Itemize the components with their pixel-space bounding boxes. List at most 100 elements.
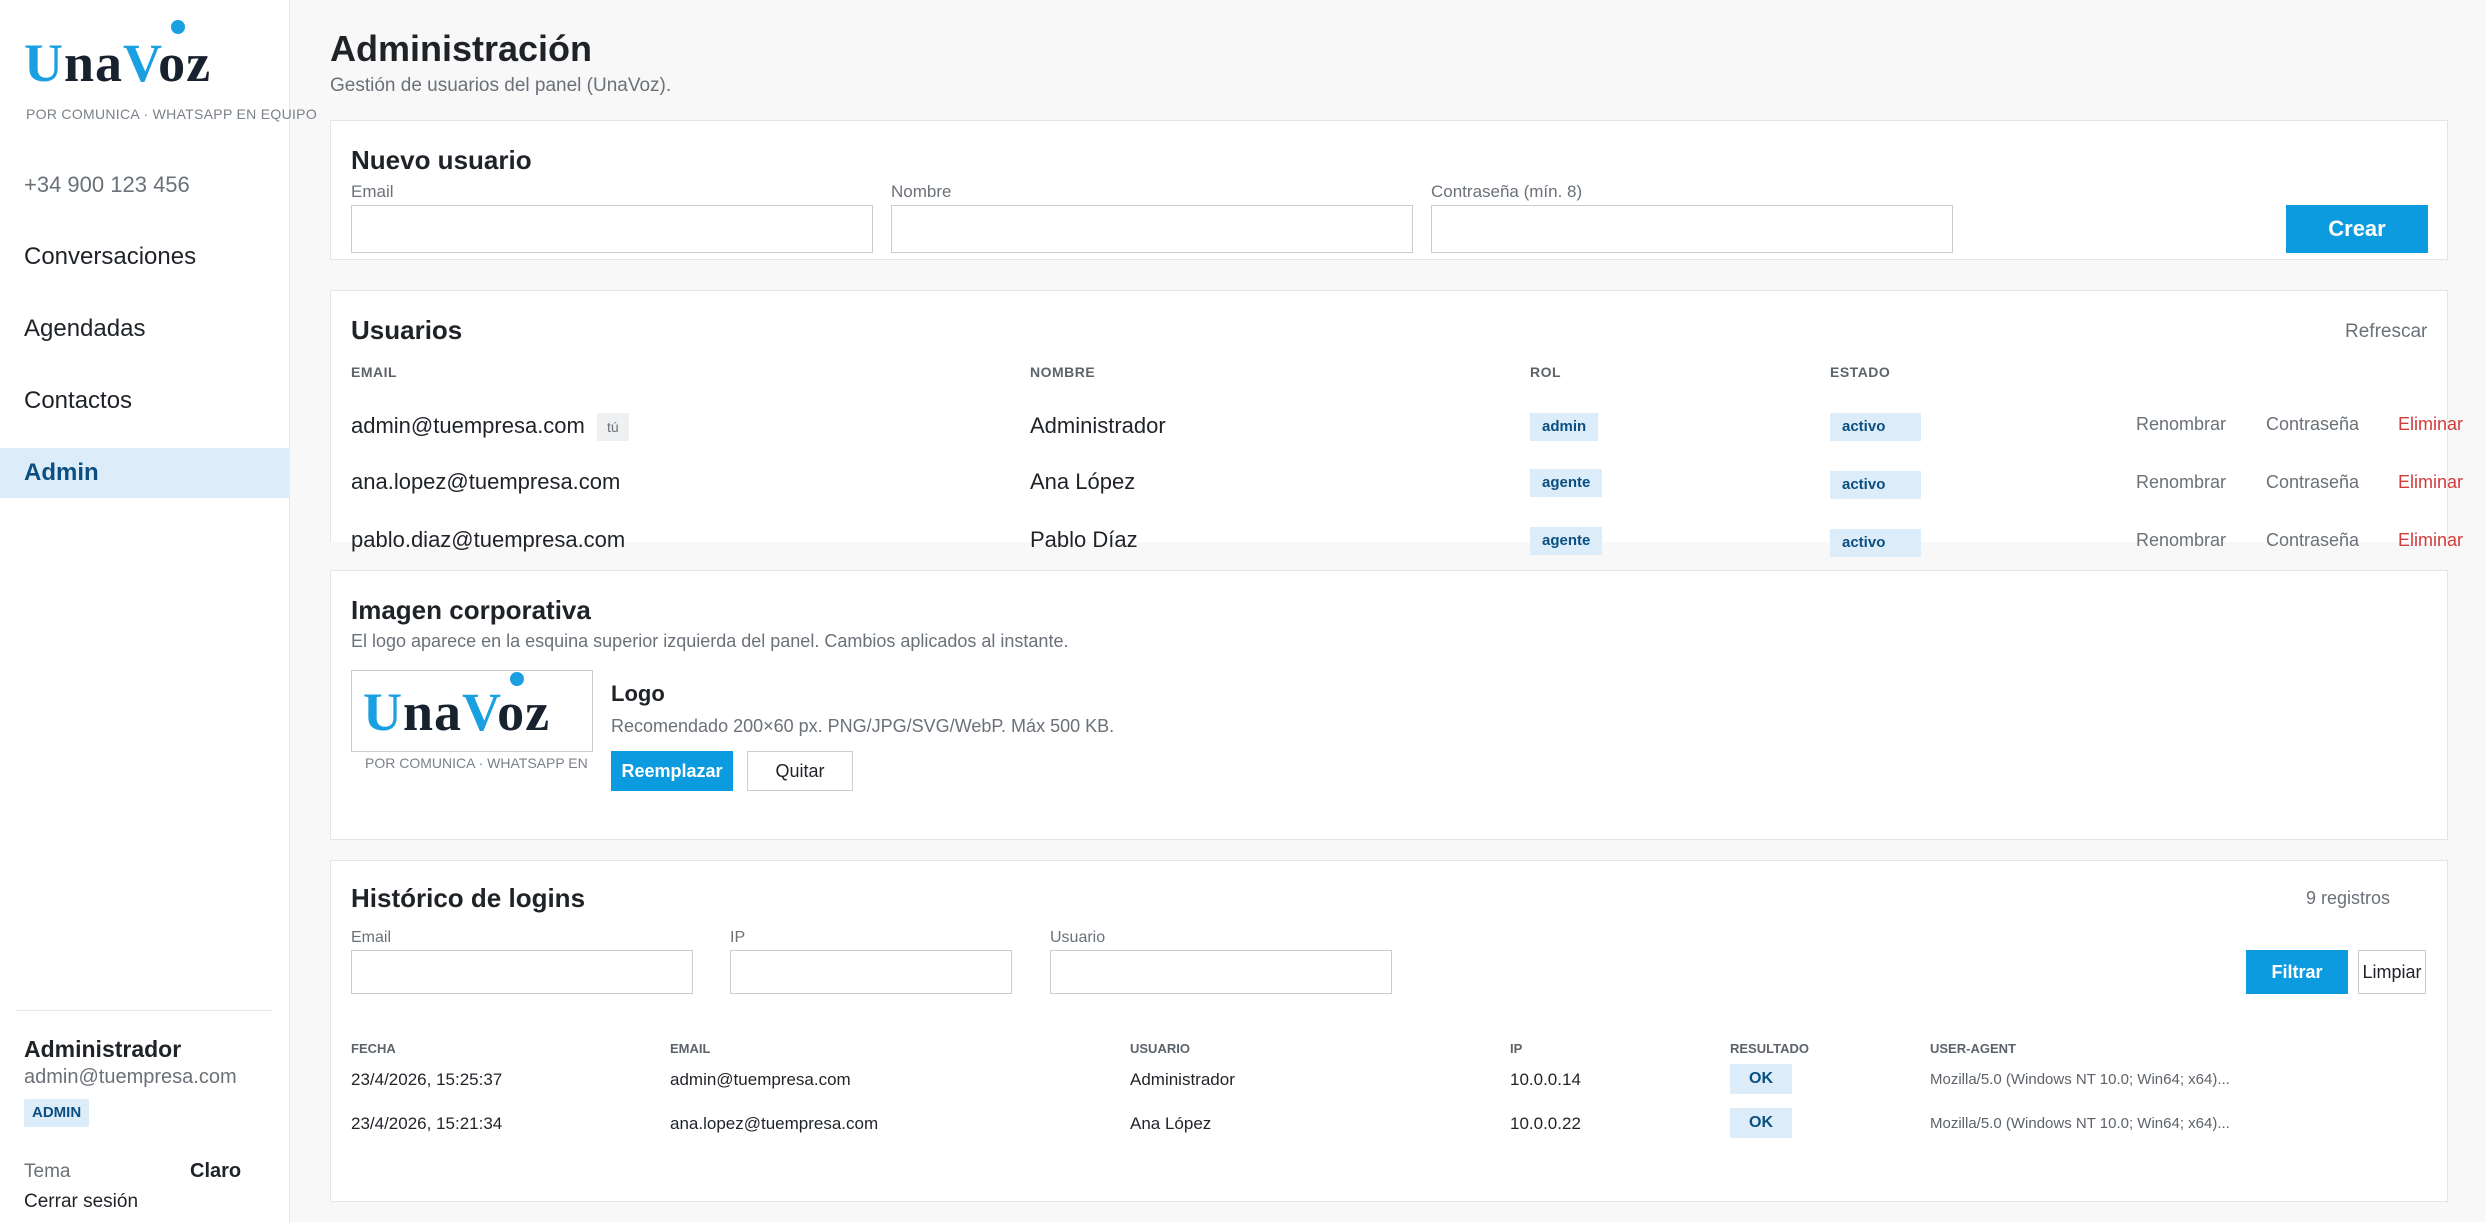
rename-button[interactable]: Renombrar (2136, 530, 2226, 551)
change-password-button[interactable]: Contraseña (2266, 414, 2359, 435)
nav-item-label: Conversaciones (24, 243, 197, 270)
filter-ip-label: IP (730, 929, 746, 946)
branding-card: Imagen corporativa El logo aparece en la… (330, 570, 2448, 840)
clear-filters-button[interactable]: Limpiar (2358, 950, 2426, 994)
filter-email-input[interactable] (351, 950, 693, 994)
rename-button[interactable]: Renombrar (2136, 472, 2226, 493)
nav-item-contactos[interactable]: Contactos (0, 376, 290, 426)
status-badge: activo (1830, 529, 1921, 557)
name-label: Nombre (891, 182, 952, 201)
rename-button[interactable]: Renombrar (2136, 414, 2226, 435)
logo-hint: Recomendado 200×60 px. PNG/JPG/SVG/WebP.… (611, 716, 1115, 736)
status-badge: activo (1830, 413, 1921, 441)
new-user-name-input[interactable] (891, 205, 1413, 253)
logo-wordmark: UnaVoz (24, 33, 212, 93)
filter-user-label: Usuario (1050, 929, 1106, 946)
login-user-cell: Administrador (1130, 1070, 1235, 1089)
logo-preview-tagline: POR COMUNICA · WHATSAPP EN EQUIPO (365, 755, 591, 771)
page-subtitle: Gestión de usuarios del panel (UnaVoz). (330, 75, 672, 96)
role-badge: admin (1530, 413, 1599, 441)
column-header-fecha: FECHA (351, 1041, 396, 1056)
current-user-role-badge: ADMIN (24, 1099, 90, 1127)
login-ip-cell: 10.0.0.22 (1510, 1114, 1581, 1133)
delete-user-button[interactable]: Eliminar (2398, 414, 2463, 435)
records-count: 9 registros (2306, 888, 2391, 908)
column-header-estado: ESTADO (1830, 364, 1891, 380)
change-password-button[interactable]: Contraseña (2266, 472, 2359, 493)
users-card: Usuarios Refrescar EMAIL NOMBRE ROL ESTA… (330, 290, 2463, 557)
filter-ip-input[interactable] (730, 950, 1012, 994)
delete-user-button[interactable]: Eliminar (2398, 530, 2463, 551)
email-label: Email (351, 182, 394, 201)
column-header-ip: IP (1510, 1041, 1523, 1056)
remove-logo-button[interactable]: Quitar (747, 751, 853, 791)
new-user-email-input[interactable] (351, 205, 873, 253)
sidebar-divider (16, 1010, 273, 1011)
role-badge: agente (1530, 527, 1603, 555)
logout-link[interactable]: Cerrar sesión (24, 1191, 138, 1213)
new-user-card: Nuevo usuario Email Nombre Contraseña (m… (330, 120, 2448, 260)
logo-preview: UnaVoz (351, 670, 593, 752)
user-email-cell: pablo.diaz@tuempresa.com (351, 527, 626, 552)
filter-button[interactable]: Filtrar (2246, 950, 2348, 994)
login-date-cell: 23/4/2026, 15:25:37 (351, 1070, 503, 1089)
column-header-user-agent: USER-AGENT (1930, 1041, 2016, 1056)
login-ip-cell: 10.0.0.14 (1510, 1070, 1581, 1089)
nav-item-agendadas[interactable]: Agendadas (0, 304, 290, 354)
current-user-name: Administrador (24, 1036, 182, 1062)
new-user-title: Nuevo usuario (351, 145, 532, 175)
user-name-cell: Pablo Díaz (1030, 527, 1138, 552)
password-label: Contraseña (mín. 8) (1431, 182, 1583, 201)
nav-item-label: Contactos (24, 387, 133, 414)
user-name-cell: Ana López (1030, 469, 1136, 494)
status-badge: activo (1830, 471, 1921, 499)
login-user-cell: Ana López (1130, 1114, 1212, 1133)
role-badge: agente (1530, 469, 1603, 497)
theme-label: Tema (24, 1161, 71, 1182)
brand-logo[interactable]: UnaVoz POR COMUNICA · WHATSAPP EN EQUIPO (24, 18, 317, 128)
page-title: Administración (330, 28, 593, 69)
refresh-button[interactable]: Refrescar (2345, 321, 2427, 343)
login-history-title: Histórico de logins (351, 883, 586, 913)
column-header-rol: ROL (1530, 364, 1562, 380)
nav-item-admin[interactable]: Admin (0, 448, 290, 498)
replace-logo-button[interactable]: Reemplazar (611, 751, 733, 791)
login-result-badge: OK (1730, 1108, 1792, 1138)
users-title: Usuarios (351, 315, 463, 345)
column-header-nombre: NOMBRE (1030, 364, 1096, 380)
current-user-email: admin@tuempresa.com (24, 1066, 237, 1088)
branding-description: El logo aparece en la esquina superior i… (351, 631, 1069, 651)
theme-toggle[interactable]: Claro (190, 1160, 241, 1183)
logo-title: Logo (611, 681, 665, 706)
you-tag: tú (597, 413, 629, 441)
login-user-agent-cell: Mozilla/5.0 (Windows NT 10.0; Win64; x64… (1930, 1071, 2230, 1088)
logo-dot-icon (171, 20, 185, 34)
delete-user-button[interactable]: Eliminar (2398, 472, 2463, 493)
user-email-cell: admin@tuempresa.com (351, 413, 585, 438)
column-header-usuario: USUARIO (1130, 1041, 1190, 1056)
branding-title: Imagen corporativa (351, 595, 591, 625)
nav-item-label: Admin (24, 459, 99, 486)
login-email-cell: ana.lopez@tuempresa.com (670, 1114, 879, 1133)
nav-item-label: Agendadas (24, 315, 146, 342)
logo-dot-icon (510, 672, 524, 686)
filter-email-label: Email (351, 929, 392, 946)
login-user-agent-cell: Mozilla/5.0 (Windows NT 10.0; Win64; x64… (1930, 1115, 2230, 1132)
filter-user-input[interactable] (1050, 950, 1392, 994)
login-result-badge: OK (1730, 1064, 1792, 1094)
sidebar: UnaVoz POR COMUNICA · WHATSAPP EN EQUIPO… (0, 0, 317, 1222)
login-date-cell: 23/4/2026, 15:21:34 (351, 1114, 503, 1133)
user-name-cell: Administrador (1030, 413, 1166, 438)
logo-tagline: POR COMUNICA · WHATSAPP EN EQUIPO (26, 106, 318, 122)
change-password-button[interactable]: Contraseña (2266, 530, 2359, 551)
nav-item-conversaciones[interactable]: Conversaciones (0, 232, 290, 282)
login-email-cell: admin@tuempresa.com (670, 1070, 851, 1089)
phone-number: +34 900 123 456 (24, 172, 190, 197)
column-header-resultado: RESULTADO (1730, 1041, 1809, 1056)
column-header-email: EMAIL (351, 364, 398, 380)
create-user-button[interactable]: Crear (2286, 205, 2428, 253)
user-email-cell: ana.lopez@tuempresa.com (351, 469, 621, 494)
login-history-card: Histórico de logins 9 registros Email IP… (330, 860, 2448, 1202)
logo-preview-wordmark: UnaVoz (363, 682, 551, 742)
new-user-password-input[interactable] (1431, 205, 1953, 253)
